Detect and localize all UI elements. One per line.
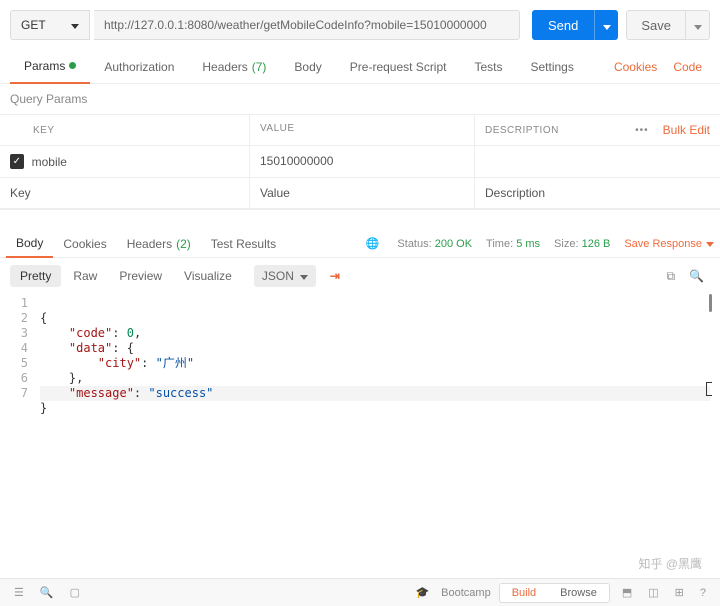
method-label: GET [21, 18, 46, 32]
viewer-toolbar: Pretty Raw Preview Visualize JSON ⇥ ⧉ 🔍 [0, 258, 720, 294]
url-input[interactable] [94, 10, 520, 40]
tab-authorization[interactable]: Authorization [90, 50, 188, 84]
params-table: KEY VALUE DESCRIPTION ••• Bulk Edit ✓ mo… [0, 114, 720, 210]
tab-prerequest[interactable]: Pre-request Script [336, 50, 461, 84]
param-key-input[interactable]: Key [0, 178, 250, 208]
mode-toggle: Build Browse [499, 583, 610, 603]
console-icon[interactable]: ▢ [66, 586, 84, 599]
active-dot-icon [69, 62, 76, 69]
save-button-group: Save [626, 10, 710, 40]
bulk-edit-link[interactable]: Bulk Edit [663, 123, 710, 137]
chevron-down-icon [71, 18, 79, 32]
code-content: { "code": 0, "data": { "city": "广州" }, "… [40, 294, 213, 416]
chevron-down-icon [706, 238, 714, 250]
send-dropdown[interactable] [594, 10, 618, 40]
cursor-indicator [706, 382, 712, 396]
line-gutter: 1234567 [0, 294, 40, 416]
param-row-empty: Key Value Description [0, 178, 720, 209]
viewer-pretty[interactable]: Pretty [10, 265, 61, 287]
more-icon[interactable]: ••• [635, 125, 649, 136]
param-value-cell[interactable]: 15010000000 [250, 146, 475, 177]
viewer-raw[interactable]: Raw [63, 265, 107, 287]
send-button[interactable]: Send [532, 10, 594, 40]
mode-browse[interactable]: Browse [548, 584, 609, 602]
wrap-lines-icon[interactable]: ⇥ [330, 269, 340, 283]
save-response-link[interactable]: Save Response [624, 238, 714, 250]
globe-icon[interactable]: 🌐 [366, 237, 380, 250]
param-value-input[interactable]: Value [250, 178, 475, 208]
resp-tab-tests[interactable]: Test Results [201, 230, 286, 258]
code-area[interactable]: 1234567 { "code": 0, "data": { "city": "… [0, 294, 720, 416]
layout-3-icon[interactable]: ⊞ [671, 586, 688, 599]
sidebar-toggle-icon[interactable]: ☰ [10, 586, 28, 599]
header-desc: DESCRIPTION ••• Bulk Edit [475, 115, 720, 145]
code-link[interactable]: Code [665, 60, 710, 74]
tab-body[interactable]: Body [280, 50, 335, 84]
bootcamp-label[interactable]: Bootcamp [441, 587, 491, 599]
chevron-down-icon [694, 18, 702, 33]
layout-1-icon[interactable]: ⬒ [618, 586, 636, 599]
method-select[interactable]: GET [10, 10, 90, 40]
cookies-link[interactable]: Cookies [606, 60, 665, 74]
resp-tab-headers[interactable]: Headers (2) [117, 230, 201, 258]
save-button[interactable]: Save [626, 10, 686, 40]
layout-2-icon[interactable]: ◫ [644, 586, 662, 599]
save-dropdown[interactable] [686, 10, 710, 40]
header-value: VALUE [250, 115, 475, 145]
watermark: 知乎 @黑鹰 [638, 555, 702, 572]
tab-settings[interactable]: Settings [517, 50, 588, 84]
mode-build[interactable]: Build [500, 584, 548, 602]
param-desc-cell[interactable] [475, 146, 720, 177]
param-desc-input[interactable]: Description [475, 178, 720, 208]
resp-tab-cookies[interactable]: Cookies [53, 230, 116, 258]
chevron-down-icon [300, 269, 308, 283]
response-tabs: Body Cookies Headers (2) Test Results 🌐 … [0, 230, 720, 258]
checkbox-checked-icon[interactable]: ✓ [10, 154, 24, 169]
request-bar: GET Send Save [0, 0, 720, 50]
request-tabs: Params Authorization Headers (7) Body Pr… [0, 50, 720, 84]
search-icon[interactable]: 🔍 [683, 269, 710, 283]
response-section: Body Cookies Headers (2) Test Results 🌐 … [0, 230, 720, 416]
lang-select[interactable]: JSON [254, 265, 316, 287]
params-header: KEY VALUE DESCRIPTION ••• Bulk Edit [0, 115, 720, 146]
header-key: KEY [0, 115, 250, 145]
param-row: ✓ mobile 15010000000 [0, 146, 720, 178]
resp-tab-body[interactable]: Body [6, 230, 53, 258]
bottom-bar: ☰ 🔍 ▢ 🎓 Bootcamp Build Browse ⬒ ◫ ⊞ ? [0, 578, 720, 606]
copy-icon[interactable]: ⧉ [660, 269, 681, 284]
chevron-down-icon [603, 18, 611, 33]
tab-params[interactable]: Params [10, 50, 90, 84]
send-button-group: Send [532, 10, 618, 40]
tab-headers[interactable]: Headers (7) [188, 50, 280, 84]
find-icon[interactable]: 🔍 [36, 586, 58, 599]
viewer-preview[interactable]: Preview [109, 265, 172, 287]
param-key-cell[interactable]: ✓ mobile [0, 146, 250, 177]
help-icon[interactable]: ? [696, 587, 710, 599]
viewer-visualize[interactable]: Visualize [174, 265, 242, 287]
bootcamp-icon[interactable]: 🎓 [411, 586, 433, 599]
response-status: 🌐 Status: 200 OK Time: 5 ms Size: 126 B … [366, 237, 714, 250]
scrollbar[interactable] [709, 294, 712, 312]
tab-tests[interactable]: Tests [460, 50, 516, 84]
query-params-title: Query Params [0, 84, 720, 114]
